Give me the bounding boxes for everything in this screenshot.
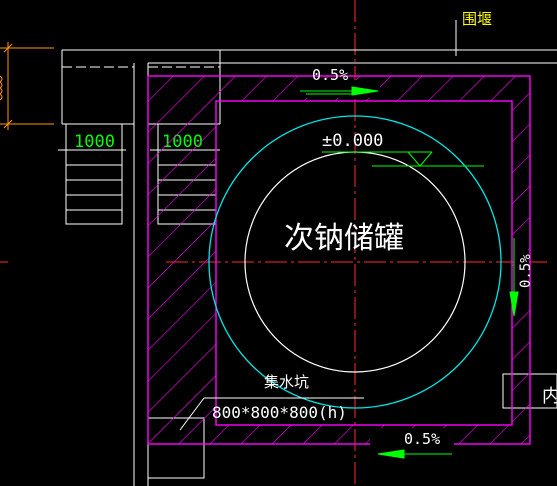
- slope-bottom-label: 0.5%: [404, 430, 440, 448]
- tank-label: 次钠储罐: [284, 221, 404, 256]
- slope-top-label: 0.5%: [312, 66, 348, 84]
- left-dimension: [0, 42, 54, 130]
- stair-left-width: 1000: [74, 132, 115, 152]
- cad-drawing-canvas: 1000 1000 次钠储罐 ±0.000 0.5% 0.5%: [0, 0, 557, 486]
- slope-bottom-arrow: [377, 449, 452, 459]
- elevation-label: ±0.000: [322, 131, 383, 151]
- edge-char: 内: [542, 386, 557, 407]
- sump-size: 800*800*800(h): [212, 403, 347, 422]
- wall-label: 围堰: [462, 10, 492, 28]
- cad-drawing: 1000 1000 次钠储罐 ±0.000 0.5% 0.5%: [0, 0, 557, 486]
- sump-name: 集水坑: [264, 373, 309, 391]
- slope-right-label: 0.5%: [518, 254, 534, 288]
